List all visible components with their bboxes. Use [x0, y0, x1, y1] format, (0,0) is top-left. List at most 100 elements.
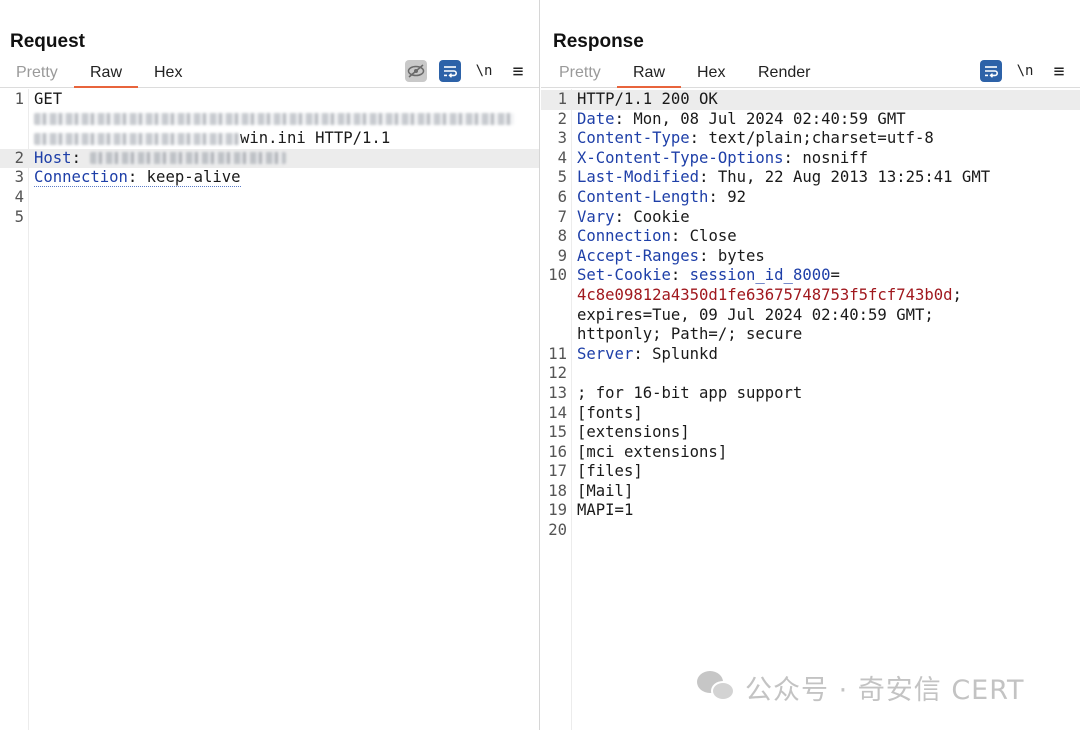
line-number: 20 [548, 521, 567, 540]
response-pane: Response Pretty Raw Hex Render \n ≡ 1 HT… [541, 0, 1080, 730]
code-line: 16 [mci extensions] [541, 443, 1080, 463]
request-editor[interactable]: 1 GET win.ini HTTP/1.1 2 Host: 3 Connect… [0, 90, 539, 730]
code-line: 20 [541, 521, 1080, 541]
code-line: 14 [fonts] [541, 404, 1080, 424]
body-line: [Mail] [577, 481, 634, 500]
code-line: 9 Accept-Ranges: bytes [541, 247, 1080, 267]
line-number: 2 [557, 109, 567, 128]
line-number: 14 [548, 403, 567, 422]
header-value: : nosniff [783, 148, 869, 167]
word-wrap-icon[interactable] [980, 60, 1002, 82]
header-key: Last-Modified [577, 168, 700, 187]
header-value: : text/plain;charset=utf-8 [689, 129, 934, 148]
code-line: 17 [files] [541, 462, 1080, 482]
response-toolbar: \n ≡ [980, 60, 1070, 82]
line-number: 16 [548, 442, 567, 461]
code-line: 18 [Mail] [541, 482, 1080, 502]
header-value: : keep-alive [127, 168, 241, 187]
code-line: 5 Last-Modified: Thu, 22 Aug 2013 13:25:… [541, 168, 1080, 188]
line-number: 13 [548, 383, 567, 402]
request-toolbar: \n ≡ [405, 60, 529, 82]
line-number: 9 [557, 246, 567, 265]
menu-icon[interactable]: ≡ [1048, 60, 1070, 82]
code-line: 2 Date: Mon, 08 Jul 2024 02:40:59 GMT [541, 110, 1080, 130]
code-line: expires=Tue, 09 Jul 2024 02:40:59 GMT; [541, 306, 1080, 326]
request-tab-raw[interactable]: Raw [73, 64, 139, 88]
code-line: 12 [541, 364, 1080, 384]
word-wrap-icon[interactable] [439, 60, 461, 82]
line-number [0, 110, 24, 130]
body-line: [fonts] [577, 403, 643, 422]
header-key: Date [577, 109, 615, 128]
body-line: MAPI=1 [577, 501, 634, 520]
line-number: 3 [557, 129, 567, 148]
redacted-host [90, 152, 287, 165]
body-line [567, 521, 1080, 541]
code-line-highlighted: 2 Host: [0, 148, 539, 169]
code-line: 10 Set-Cookie: session_id_8000= [541, 266, 1080, 286]
line-number: 17 [548, 462, 567, 481]
line-number: 11 [548, 344, 567, 363]
newline-toggle-button[interactable]: \n [473, 60, 495, 82]
line-number: 19 [548, 501, 567, 520]
cookie-eq: = [830, 266, 840, 285]
watermark: 公众号 · 奇安信 CERT [697, 668, 1025, 707]
code-line: 13 ; for 16-bit app support [541, 384, 1080, 404]
header-key: Vary [577, 207, 615, 226]
request-line-text: GET [34, 90, 63, 108]
code-line: 4 [0, 188, 539, 208]
header-key: Set-Cookie [577, 266, 671, 285]
header-key: X-Content-Type-Options [577, 148, 784, 167]
line-number: 12 [548, 364, 567, 383]
status-line: HTTP/1.1 200 OK [577, 90, 718, 108]
request-tab-hex[interactable]: Hex [154, 64, 182, 82]
code-line: 11 Server: Splunkd [541, 345, 1080, 365]
hide-nonprintable-icon[interactable] [405, 60, 427, 82]
request-target-tail: win.ini HTTP/1.1 [240, 129, 391, 148]
header-key: Content-Type [577, 129, 690, 148]
menu-icon[interactable]: ≡ [507, 60, 529, 82]
request-pane: Request Pretty Raw Hex \n ≡ 1 GET win.in… [0, 0, 540, 730]
header-value: : Cookie [614, 207, 690, 226]
body-line: [mci extensions] [577, 442, 728, 461]
header-value: : Close [670, 227, 737, 246]
body-line: [extensions] [577, 423, 690, 442]
body-line: ; for 16-bit app support [577, 383, 803, 402]
response-editor[interactable]: 1 HTTP/1.1 200 OK 2 Date: Mon, 08 Jul 20… [541, 90, 1080, 730]
response-tab-pretty[interactable]: Pretty [559, 64, 601, 82]
newline-toggle-button[interactable]: \n [1014, 60, 1036, 82]
header-value: : 92 [708, 187, 746, 206]
code-line: 15 [extensions] [541, 423, 1080, 443]
header-key: Content-Length [577, 187, 709, 206]
response-tab-hex[interactable]: Hex [697, 64, 725, 82]
code-line: 3 Content-Type: text/plain;charset=utf-8 [541, 129, 1080, 149]
line-number: 4 [14, 187, 24, 206]
line-number: 6 [557, 187, 567, 206]
cookie-name: session_id_8000 [689, 266, 831, 285]
code-line: 7 Vary: Cookie [541, 208, 1080, 228]
line-number: 18 [548, 481, 567, 500]
response-tab-raw[interactable]: Raw [616, 64, 682, 88]
code-line: win.ini HTTP/1.1 [0, 129, 539, 149]
cookie-attrs: httponly; Path=/; secure [577, 325, 803, 344]
code-line: 5 [0, 208, 539, 228]
request-tab-pretty[interactable]: Pretty [16, 64, 58, 82]
code-line: 8 Connection: Close [541, 227, 1080, 247]
redacted-path [34, 132, 240, 145]
line-number: 5 [14, 207, 24, 226]
code-line: 6 Content-Length: 92 [541, 188, 1080, 208]
header-key: Connection [34, 168, 128, 187]
cookie-value: 4c8e09812a4350d1fe63675748753f5fcf743b0d [577, 285, 953, 304]
code-line: 19 MAPI=1 [541, 501, 1080, 521]
header-sep: : [71, 148, 91, 167]
header-key: Connection [577, 227, 671, 246]
line-number: 15 [548, 423, 567, 442]
response-tab-render[interactable]: Render [758, 64, 810, 82]
header-key: Accept-Ranges [577, 246, 700, 265]
body-line: [files] [577, 462, 643, 481]
cookie-attrs: expires=Tue, 09 Jul 2024 02:40:59 GMT; [577, 305, 934, 324]
wechat-icon [697, 670, 737, 705]
code-line-highlighted: 1 HTTP/1.1 200 OK [541, 90, 1080, 110]
header-value: : Splunkd [633, 344, 718, 363]
header-sep: : [670, 266, 690, 285]
